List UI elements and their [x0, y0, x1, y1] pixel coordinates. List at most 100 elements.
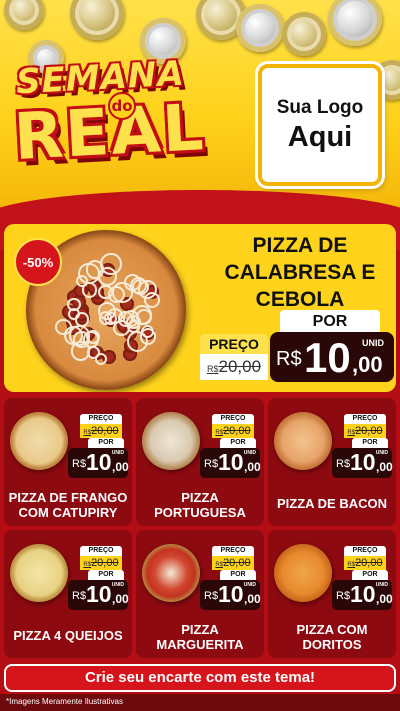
price-box: UNID R$ 10 ,00: [200, 448, 261, 478]
product-card[interactable]: PREÇO R$20,00 POR UNID R$ 10 ,00 PIZZA D…: [4, 398, 132, 526]
onion-ring: [143, 292, 161, 309]
price-cents: ,00: [112, 592, 129, 606]
price-integer: 10: [350, 449, 376, 475]
featured-price: UNID R$ 10 ,00: [270, 332, 394, 382]
coin-icon: [328, 0, 382, 46]
price-cents: ,00: [376, 460, 393, 474]
featured-preco-label: PREÇO: [200, 334, 268, 354]
featured-offer[interactable]: -50% PIZZA DE CALABRESA E CEBOLA POR PRE…: [4, 224, 396, 392]
unit-label: UNID: [111, 450, 124, 456]
preco-label: PREÇO: [212, 414, 254, 424]
price-integer: 10: [218, 449, 244, 475]
onion-ring: [108, 285, 126, 303]
preco-label: PREÇO: [212, 546, 254, 556]
old-currency: R$: [83, 430, 92, 436]
product-card[interactable]: PREÇO R$20,00 POR UNID R$ 10 ,00 PIZZA C…: [268, 530, 396, 658]
product-name: PIZZA MARGUERITA: [156, 622, 244, 652]
currency: R$: [336, 590, 351, 602]
unit-label: UNID: [243, 582, 256, 588]
old-price: R$20,00: [212, 424, 254, 438]
product-card[interactable]: PREÇO R$20,00 POR UNID R$ 10 ,00 PIZZA D…: [268, 398, 396, 526]
onion-ring: [97, 266, 117, 287]
old-price-value: 20,00: [223, 425, 251, 437]
old-price-value: 20,00: [218, 357, 262, 376]
old-price: R$20,00: [80, 424, 122, 438]
old-price-value: 20,00: [355, 557, 383, 569]
price-cents: ,00: [112, 460, 129, 474]
currency: R$: [72, 590, 87, 602]
old-price-value: 20,00: [355, 425, 383, 437]
price-box: UNID R$ 10 ,00: [68, 580, 129, 610]
product-card[interactable]: PREÇO R$20,00 POR UNID R$ 10 ,00 PIZZA P…: [136, 398, 264, 526]
price-integer: 10: [350, 581, 376, 607]
price-box: UNID R$ 10 ,00: [200, 580, 261, 610]
old-price-value: 20,00: [223, 557, 251, 569]
currency: R$: [276, 348, 302, 370]
pizza-portuguesa-icon: [142, 412, 200, 470]
preco-label: PREÇO: [80, 414, 122, 424]
featured-old-price: R$20,00: [200, 354, 268, 380]
pizza-doritos-icon: [274, 544, 332, 602]
old-currency: R$: [215, 562, 224, 568]
unit-label: UNID: [362, 338, 384, 348]
product-name: PIZZA DE BACON: [276, 496, 388, 511]
price-integer: 10: [304, 334, 351, 381]
onion-ring: [135, 308, 153, 326]
preco-label: PREÇO: [344, 546, 386, 556]
featured-por-label: POR: [280, 310, 380, 334]
old-currency: R$: [215, 430, 224, 436]
old-currency: R$: [83, 562, 92, 568]
product-name: PIZZA PORTUGUESA: [154, 490, 246, 520]
price-cents: ,00: [376, 592, 393, 606]
coin-icon: [70, 0, 124, 40]
old-price: R$20,00: [344, 556, 386, 570]
price-cents: ,00: [352, 352, 383, 377]
price-cents: ,00: [244, 592, 261, 606]
product-card[interactable]: PREÇO R$20,00 POR UNID R$ 10 ,00 PIZZA 4…: [4, 530, 132, 658]
old-currency: R$: [347, 430, 356, 436]
currency: R$: [72, 458, 87, 470]
por-label: POR: [88, 570, 124, 580]
onion-ring: [118, 311, 134, 327]
por-label: POR: [88, 438, 124, 448]
logo-placeholder[interactable]: Sua Logo Aqui: [258, 64, 382, 186]
product-card[interactable]: PREÇO R$20,00 POR UNID R$ 10 ,00 PIZZA M…: [136, 530, 264, 658]
por-label: POR: [352, 570, 388, 580]
discount-badge: -50%: [14, 238, 62, 286]
disclaimer: *Imagens Meramente Ilustrativas: [6, 697, 123, 706]
preco-label: PREÇO: [80, 546, 122, 556]
price-box: UNID R$ 10 ,00: [68, 448, 129, 478]
price-cents: ,00: [244, 460, 261, 474]
coin-icon: [282, 12, 326, 56]
pizza-queijos-icon: [10, 544, 68, 602]
pizza-marguerita-icon: [142, 544, 200, 602]
pizza-frango-icon: [10, 412, 68, 470]
coin-icon: [236, 4, 284, 52]
price-integer: 10: [218, 581, 244, 607]
unit-label: UNID: [111, 582, 124, 588]
currency: R$: [336, 458, 351, 470]
old-price: R$20,00: [80, 556, 122, 570]
old-price-value: 20,00: [91, 425, 119, 437]
onion-ring: [67, 297, 81, 311]
old-price: R$20,00: [212, 556, 254, 570]
old-currency: R$: [206, 364, 219, 374]
unit-label: UNID: [243, 450, 256, 456]
coin-icon: [4, 0, 44, 30]
old-price: R$20,00: [344, 424, 386, 438]
por-label: POR: [352, 438, 388, 448]
por-label: POR: [220, 438, 256, 448]
currency: R$: [204, 458, 219, 470]
header-banner: SEMANA REAL do Sua Logo Aqui: [0, 0, 400, 208]
preco-label: PREÇO: [344, 414, 386, 424]
por-label: POR: [220, 570, 256, 580]
logo-text-line2: Aqui: [287, 120, 353, 153]
featured-name: PIZZA DE CALABRESA E CEBOLA: [224, 234, 376, 311]
create-flyer-button[interactable]: Crie seu encarte com este tema!: [4, 664, 396, 692]
price-box: UNID R$ 10 ,00: [332, 580, 393, 610]
product-name: PIZZA 4 QUEIJOS: [13, 628, 123, 643]
currency: R$: [204, 590, 219, 602]
onion-ring: [81, 282, 98, 298]
product-name: PIZZA COM DORITOS: [296, 622, 368, 652]
title-de: do: [108, 92, 136, 120]
